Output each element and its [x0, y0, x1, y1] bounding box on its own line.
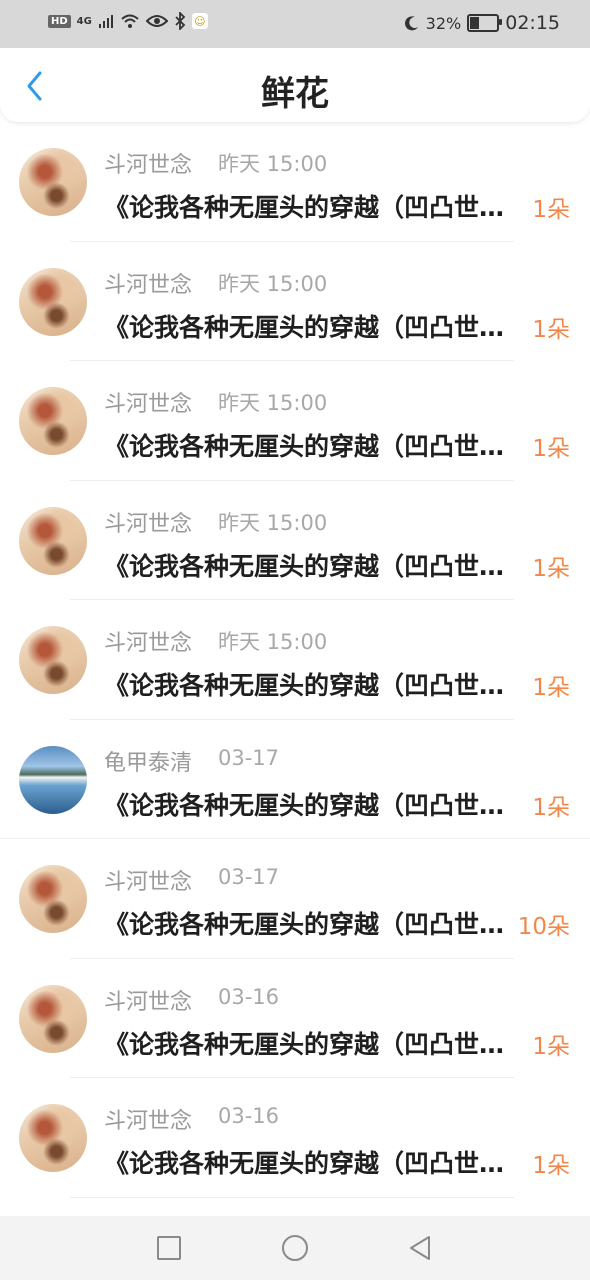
signal-icon	[98, 15, 113, 28]
avatar[interactable]	[19, 148, 87, 216]
user-name: 斗河世念	[104, 511, 193, 537]
square-icon	[157, 1236, 181, 1260]
timestamp: 03-17	[218, 745, 280, 770]
work-title: 《论我各种无厘头的穿越（凹凸世界）》	[104, 1029, 514, 1059]
work-title: 《论我各种无厘头的穿越（凹凸世界）》	[104, 193, 514, 222]
recents-button[interactable]	[153, 1232, 185, 1264]
user-name: 斗河世念	[104, 272, 193, 298]
timestamp: 03-16	[218, 984, 280, 1009]
avatar[interactable]	[19, 506, 87, 575]
flower-count: 1朵	[532, 197, 570, 223]
avatar[interactable]	[19, 745, 87, 814]
flower-list: 斗河世念 昨天 15:00 《论我各种无厘头的穿越（凹凸世界）》 1朵 斗河世念…	[0, 122, 590, 1198]
work-title: 《论我各种无厘头的穿越（凹凸世界）》	[104, 432, 514, 461]
user-name: 斗河世念	[104, 989, 193, 1015]
timestamp: 昨天 15:00	[218, 630, 328, 654]
avatar[interactable]	[19, 626, 87, 694]
list-item[interactable]: 斗河世念 昨天 15:00 《论我各种无厘头的穿越（凹凸世界）》 1朵	[0, 481, 590, 600]
header: 鲜花	[0, 48, 590, 122]
wifi-icon	[121, 14, 139, 28]
list-item[interactable]: 斗河世念 昨天 15:00 《论我各种无厘头的穿越（凹凸世界）》 1朵	[0, 122, 590, 242]
home-button[interactable]	[279, 1232, 311, 1264]
status-bar: HD 4G ☺ 32% 02:15	[0, 0, 590, 48]
flower-count: 1朵	[532, 316, 570, 343]
work-title: 《论我各种无厘头的穿越（凹凸世界）》	[104, 1149, 514, 1178]
user-name: 龟甲泰清	[104, 750, 193, 776]
avatar[interactable]	[19, 267, 87, 336]
circle-icon	[282, 1235, 308, 1261]
avatar[interactable]	[19, 984, 87, 1053]
triangle-back-icon	[410, 1236, 430, 1260]
moon-icon	[404, 16, 418, 31]
list-item[interactable]: 斗河世念 03-16 《论我各种无厘头的穿越（凹凸世界）》 1朵	[0, 1078, 590, 1198]
list-item[interactable]: 斗河世念 昨天 15:00 《论我各种无厘头的穿越（凹凸世界）》 1朵	[0, 242, 590, 361]
status-left: HD 4G ☺	[48, 12, 208, 30]
flower-count: 1朵	[532, 555, 570, 582]
flower-count: 1朵	[532, 1033, 570, 1060]
hd-badge: HD	[48, 14, 71, 28]
list-item[interactable]: 斗河世念 03-17 《论我各种无厘头的穿越（凹凸世界）》 10朵	[0, 839, 590, 959]
status-right: 32% 02:15	[404, 12, 560, 34]
avatar[interactable]	[19, 1104, 87, 1172]
timestamp: 03-17	[218, 865, 280, 889]
user-name: 斗河世念	[104, 1109, 193, 1134]
battery-percent: 32%	[425, 13, 462, 33]
timestamp: 昨天 15:00	[218, 510, 328, 535]
list-item[interactable]: 斗河世念 昨天 15:00 《论我各种无厘头的穿越（凹凸世界）》 1朵	[0, 361, 590, 481]
system-nav-bar	[0, 1216, 590, 1280]
work-title: 《论我各种无厘头的穿越（凹凸世界）》	[104, 671, 514, 700]
page-title: 鲜花	[261, 74, 329, 114]
app-notification-icon: ☺	[191, 13, 208, 29]
flower-count: 1朵	[532, 794, 570, 821]
flower-count: 1朵	[532, 1153, 570, 1179]
clock: 02:15	[505, 12, 560, 34]
battery-icon	[467, 14, 503, 32]
list-item[interactable]: 斗河世念 昨天 15:00 《论我各种无厘头的穿越（凹凸世界）》 1朵	[0, 600, 590, 720]
network-type: 4G	[76, 15, 92, 27]
timestamp: 昨天 15:00	[218, 391, 328, 415]
work-title: 《论我各种无厘头的穿越（凹凸世界）》	[104, 910, 514, 939]
flower-count: 1朵	[532, 436, 570, 462]
bluetooth-icon	[175, 12, 186, 30]
work-title: 《论我各种无厘头的穿越（凹凸世界）》	[104, 551, 514, 581]
system-back-button[interactable]	[404, 1232, 436, 1264]
work-title: 《论我各种无厘头的穿越（凹凸世界）》	[104, 312, 514, 342]
divider	[70, 1196, 514, 1198]
timestamp: 03-16	[218, 1104, 280, 1128]
user-name: 斗河世念	[104, 631, 193, 656]
list-item[interactable]: 斗河世念 03-16 《论我各种无厘头的穿越（凹凸世界）》 1朵	[0, 959, 590, 1078]
work-title: 《论我各种无厘头的穿越（凹凸世界）》	[104, 790, 514, 820]
avatar[interactable]	[19, 387, 87, 455]
flower-count: 1朵	[532, 675, 570, 701]
user-name: 斗河世念	[104, 870, 193, 895]
timestamp: 昨天 15:00	[218, 271, 328, 296]
user-name: 斗河世念	[104, 153, 193, 178]
timestamp: 昨天 15:00	[218, 152, 328, 176]
avatar[interactable]	[19, 865, 87, 933]
eye-icon	[145, 15, 168, 27]
list-item[interactable]: 龟甲泰清 03-17 《论我各种无厘头的穿越（凹凸世界）》 1朵	[0, 720, 590, 839]
flower-count: 10朵	[517, 914, 570, 940]
user-name: 斗河世念	[104, 392, 193, 417]
